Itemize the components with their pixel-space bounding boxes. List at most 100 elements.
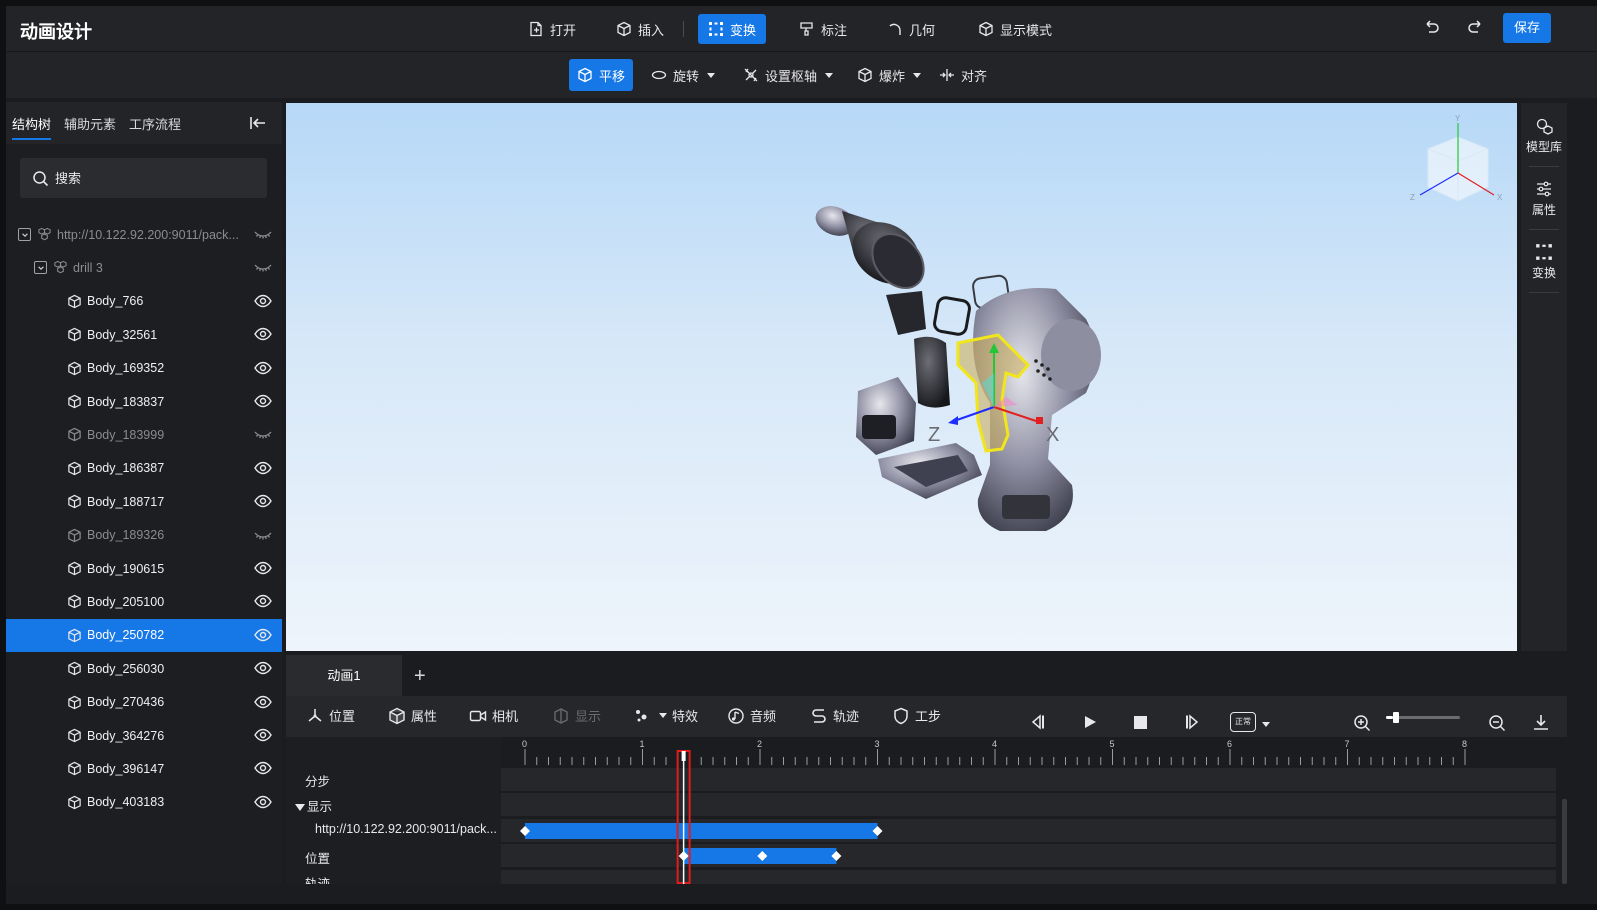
tree-item[interactable]: Body_766 [6,285,282,318]
undo-icon[interactable] [1421,19,1441,39]
eye-icon[interactable] [254,661,272,675]
eye-icon[interactable] [254,361,272,375]
anim-step-button[interactable]: 工步 [892,706,941,725]
track-label-display-group[interactable]: 显示 [295,796,332,815]
anim-track-button[interactable]: 轨迹 [810,706,859,725]
timeline-zoom-slider[interactable] [1386,712,1460,723]
anim-effects-button[interactable]: 特效 [634,706,698,725]
step-back-icon[interactable] [1030,714,1046,730]
tree-item[interactable]: Body_32561 [6,318,282,351]
translate-button[interactable]: 平移 [569,59,634,91]
zoom-in-icon[interactable] [1353,714,1371,732]
tab-animation-1[interactable]: 动画1 [286,655,402,696]
zoom-out-icon[interactable] [1488,714,1506,732]
rotate-button[interactable]: 旋转 [643,59,723,91]
chevron-down-icon[interactable] [1262,722,1270,727]
anim-camera-button[interactable]: 相机 [469,706,518,725]
align-button[interactable]: 对齐 [931,59,995,91]
tree-item[interactable]: Body_186387 [6,452,282,485]
eye-closed-icon[interactable] [254,427,272,441]
tree-item[interactable]: Body_205100 [6,585,282,618]
track-row[interactable] [501,870,1556,884]
menu-annotation[interactable]: 标注 [789,14,857,44]
eye-icon[interactable] [254,327,272,341]
drill-model-render[interactable]: Z X Y X Z [286,103,1517,651]
model-library-button[interactable]: 模型库 [1521,117,1567,155]
collapse-panel-icon[interactable] [249,115,267,131]
tree-item[interactable]: Body_189326 [6,519,282,552]
redo-icon[interactable] [1466,19,1486,39]
tab-auxiliary[interactable]: 辅助元素 [64,114,116,133]
playback-speed-badge[interactable]: 正常 [1230,712,1256,732]
tree-item[interactable]: Body_169352 [6,352,282,385]
chuck-part[interactable] [811,201,934,298]
properties-button[interactable]: 属性 [1521,180,1567,218]
3d-viewport[interactable]: Z X Y X Z [286,103,1517,651]
animation-clip[interactable] [525,823,878,839]
anim-property-button[interactable]: 属性 [388,706,437,725]
playhead-handle[interactable] [681,751,686,761]
eye-icon[interactable] [254,494,272,508]
tree-item[interactable]: Body_183999 [6,418,282,451]
tree-item[interactable]: Body_188717 [6,485,282,518]
zoom-slider-knob[interactable] [1393,712,1400,723]
track-row[interactable] [501,844,1556,867]
anim-position-button[interactable]: 位置 [306,706,355,725]
eye-closed-icon[interactable] [254,528,272,542]
step-forward-icon[interactable] [1184,714,1200,730]
add-animation-button[interactable]: + [414,665,426,688]
track-row[interactable] [501,768,1556,791]
expand-toggle-icon[interactable] [18,228,31,241]
tree-item[interactable]: Body_270436 [6,686,282,719]
ring-part[interactable] [933,296,971,336]
stop-icon[interactable] [1134,716,1147,729]
eye-icon[interactable] [254,461,272,475]
explode-button[interactable]: 爆炸 [849,59,929,91]
tree-item[interactable]: Body_250782 [6,618,282,652]
tree-item[interactable]: drill 3 [6,251,282,284]
tree-item[interactable]: Body_364276 [6,719,282,752]
download-icon[interactable] [1532,713,1550,731]
eye-icon[interactable] [254,695,272,709]
play-icon[interactable] [1083,715,1097,729]
eye-icon[interactable] [254,294,272,308]
eye-closed-icon[interactable] [254,260,272,274]
tree-item[interactable]: Body_190615 [6,552,282,585]
menu-insert[interactable]: 插入 [606,14,674,44]
search-box[interactable] [20,158,267,198]
anim-audio-button[interactable]: 音频 [727,706,776,725]
search-input[interactable] [55,170,245,186]
tree-item[interactable]: Body_396147 [6,752,282,785]
transform-side-button[interactable]: 变换 [1521,243,1567,281]
menu-open[interactable]: 打开 [518,14,586,44]
lock-block-part[interactable] [886,291,926,335]
tree-item[interactable]: Body_403183 [6,786,282,819]
timeline-tracks[interactable]: 0 1 2 3 4 5 6 7 8 [501,737,1556,884]
timeline-scrollbar[interactable] [1562,799,1567,884]
tab-process-flow[interactable]: 工序流程 [129,114,181,133]
tree-item[interactable]: Body_256030 [6,652,282,685]
tree-item[interactable]: http://10.122.92.200:9011/pack... [6,218,282,251]
eye-icon[interactable] [254,761,272,775]
tab-structure-tree[interactable]: 结构树 [12,114,52,140]
side-plate-part[interactable] [914,336,950,408]
tree-item[interactable]: Body_183837 [6,385,282,418]
eye-icon[interactable] [254,394,272,408]
caret-down-icon[interactable] [295,804,305,811]
eye-icon[interactable] [254,728,272,742]
menu-geometry[interactable]: 几何 [877,14,945,44]
eye-closed-icon[interactable] [254,227,272,241]
track-row[interactable] [501,793,1556,816]
time-ruler[interactable] [501,737,1556,765]
expand-toggle-icon[interactable] [34,261,47,275]
eye-icon[interactable] [254,795,272,809]
eye-icon[interactable] [254,594,272,608]
menu-display-mode[interactable]: 显示模式 [968,14,1062,44]
save-button[interactable]: 保存 [1503,13,1551,43]
eye-icon[interactable] [254,561,272,575]
set-pivot-button[interactable]: 设置枢轴 [735,59,841,91]
anim-display-button[interactable]: 显示 [552,706,601,725]
eye-icon[interactable] [254,628,272,642]
view-cube[interactable]: Y X Z [1410,114,1503,202]
menu-transform[interactable]: 变换 [698,14,767,44]
